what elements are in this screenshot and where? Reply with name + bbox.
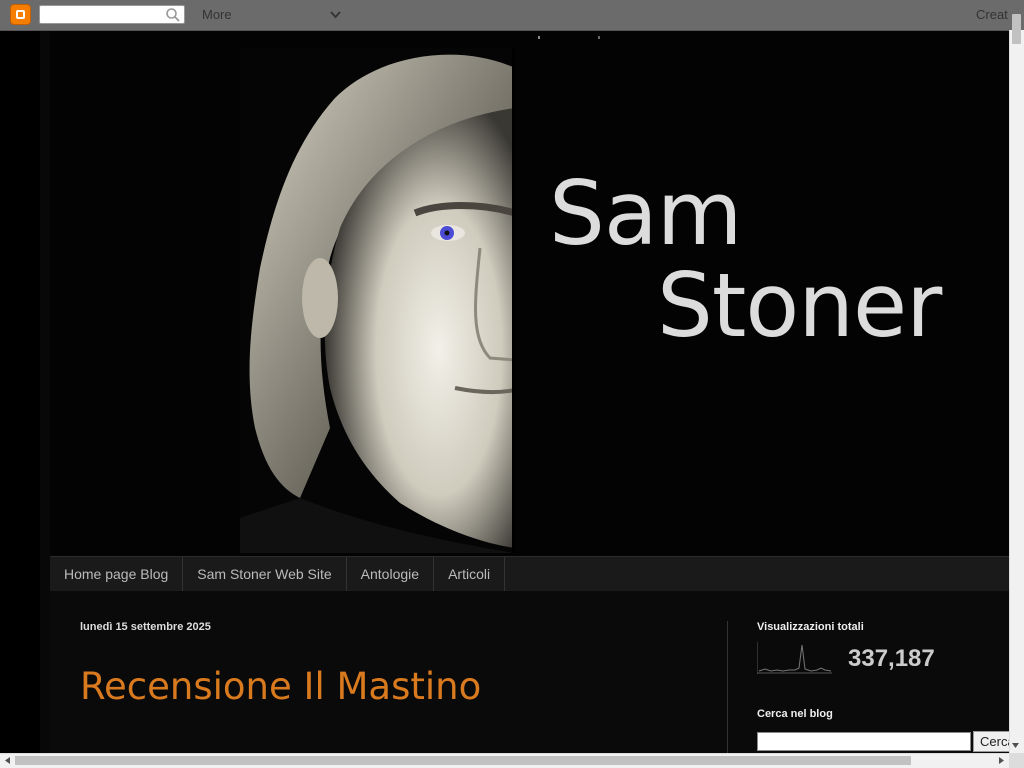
pageviews-widget-title: Visualizzazioni totali [757, 621, 864, 633]
pageviews-sparkline [757, 642, 832, 674]
sidebar-divider [727, 621, 728, 753]
post-date-header: lunedì 15 settembre 2025 [80, 621, 211, 633]
tab-articoli[interactable]: Articoli [434, 557, 506, 591]
pageviews-total-count: 337,187 [848, 645, 935, 672]
vertical-scroll-thumb[interactable] [1011, 45, 1022, 47]
navbar-search-input[interactable] [39, 5, 185, 24]
blog-title-line2: Stoner [657, 254, 942, 357]
blog-search-widget-title: Cerca nel blog [757, 708, 833, 720]
scroll-left-arrow-icon[interactable] [3, 756, 12, 765]
horizontal-scroll-thumb[interactable] [15, 756, 911, 765]
post-title-link[interactable]: Recensione Il Mastino [80, 668, 481, 705]
search-icon[interactable] [165, 7, 181, 23]
more-menu-label[interactable]: More [202, 7, 232, 22]
tab-antologie[interactable]: Antologie [347, 557, 435, 591]
header-portrait-image[interactable] [240, 48, 515, 553]
vertical-scroll-thumb-handle[interactable] [1012, 14, 1021, 44]
vertical-scrollbar[interactable] [1009, 30, 1024, 753]
blogger-navbar: More Creat [0, 0, 1024, 31]
chevron-down-icon[interactable] [330, 9, 341, 20]
create-blog-link[interactable]: Creat [976, 7, 1008, 22]
scrollbar-corner [1009, 753, 1024, 768]
pages-tab-bar: Home page Blog Sam Stoner Web Site Antol… [50, 556, 1009, 592]
scroll-right-arrow-icon[interactable] [997, 756, 1006, 765]
tab-home-page-blog[interactable]: Home page Blog [50, 557, 184, 591]
page-border [40, 31, 50, 753]
scroll-down-arrow-icon[interactable] [1011, 741, 1020, 750]
tab-sam-stoner-web-site[interactable]: Sam Stoner Web Site [183, 557, 347, 591]
blog-title-line1: Sam [549, 162, 743, 265]
header-decoration [538, 36, 600, 39]
blog-search-input[interactable] [757, 732, 971, 751]
blogger-logo-icon[interactable] [10, 4, 31, 25]
